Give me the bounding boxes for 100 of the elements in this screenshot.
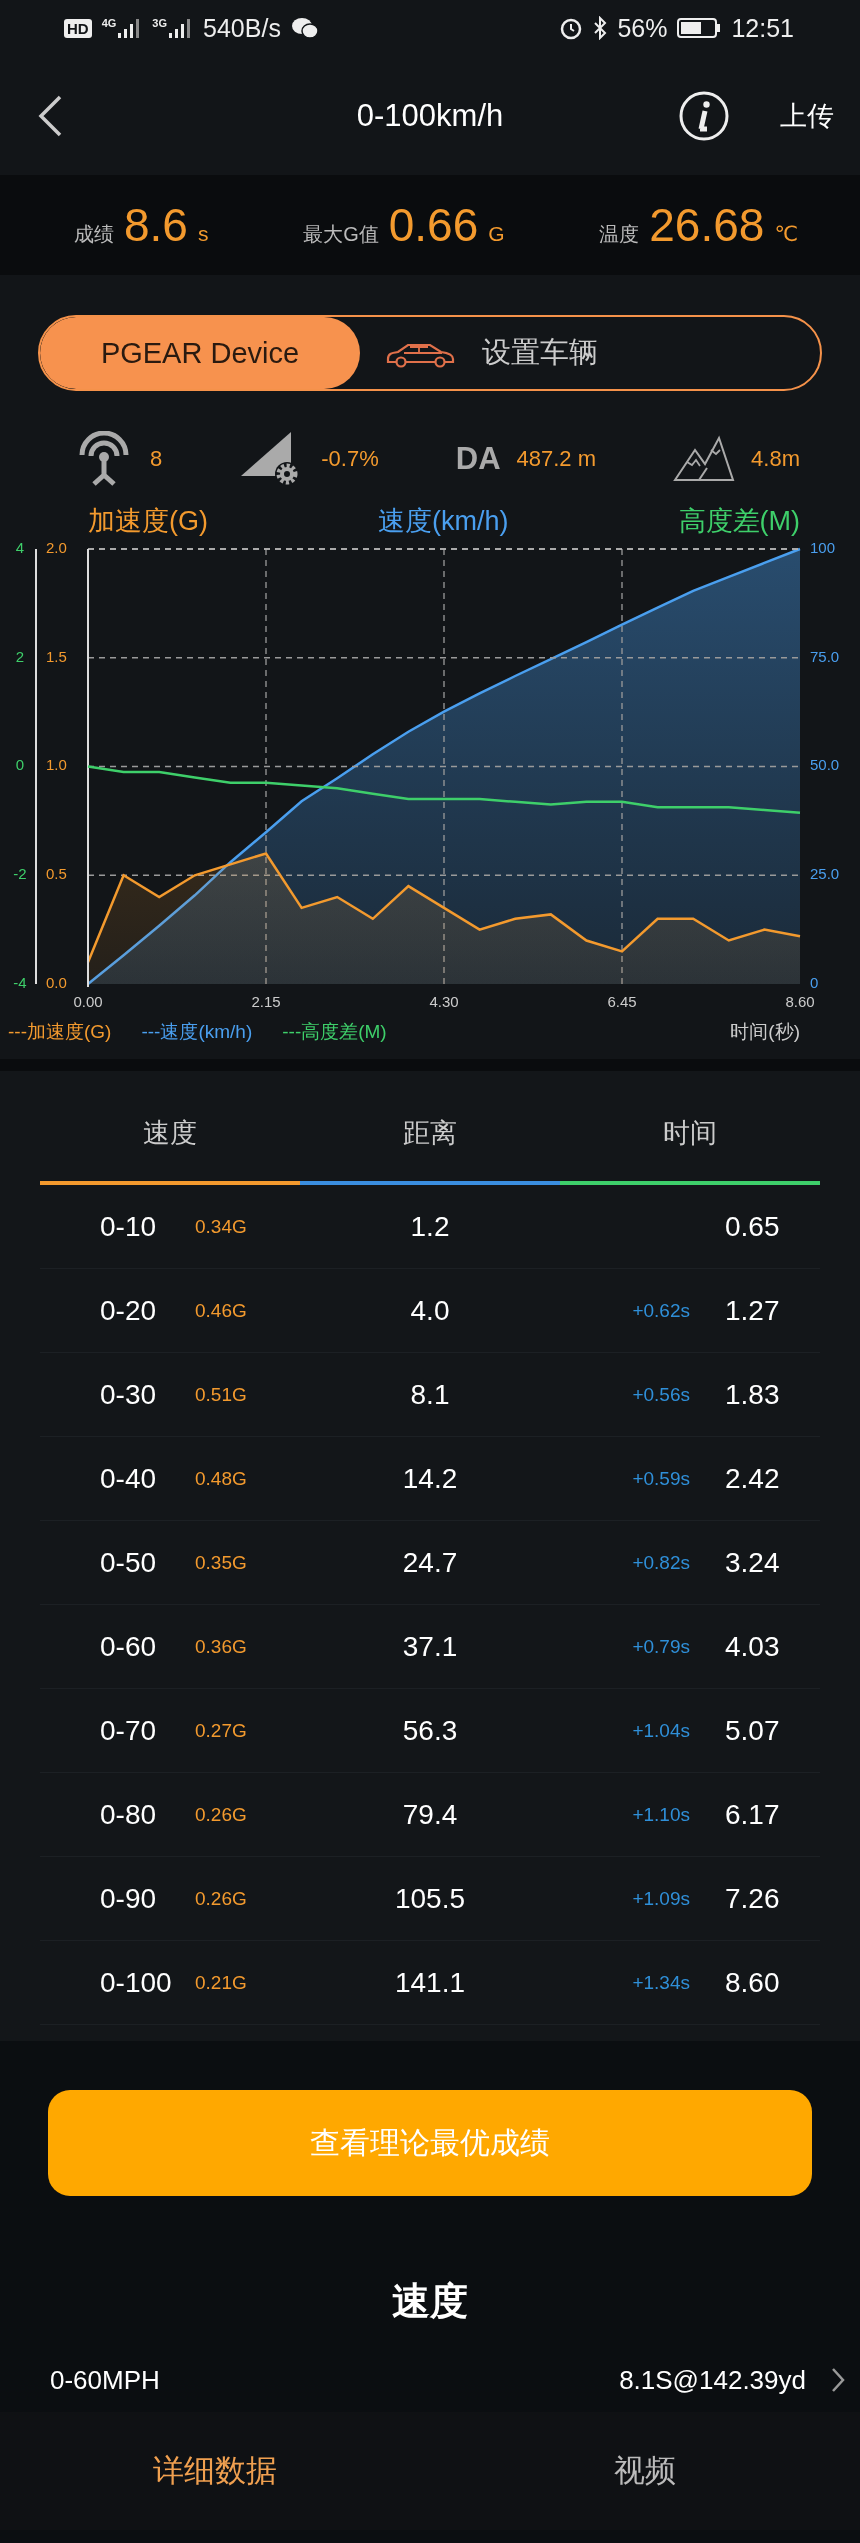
chat-icon (290, 17, 319, 39)
axis-tick-label: 2.0 (46, 539, 67, 556)
bottom-tab[interactable]: 详细数据 (0, 2412, 430, 2530)
axis-tick-label: 8.60 (785, 993, 815, 1010)
speed-range: 0-90 (100, 1882, 158, 1915)
stat-value: 0.66 (388, 198, 479, 252)
metric-value: 487.2 m (516, 446, 597, 472)
axis-tick-label: 1.0 (46, 756, 67, 774)
g-value: 0.48G (195, 1467, 248, 1490)
g-value: 0.51G (195, 1383, 248, 1406)
section-title: 速度 (392, 2279, 468, 2320)
metric-value: -0.7% (321, 446, 379, 472)
distance-value: 37.1 (402, 1630, 458, 1663)
distance-value: 141.1 (394, 1966, 466, 1999)
item-value: 8.1S@142.39yd (619, 2364, 806, 2396)
time-value: 8.60 (725, 1966, 781, 1999)
mountain-icon (673, 434, 736, 484)
stat-label: 成绩 (74, 222, 114, 247)
column-header: 速度 (143, 1117, 197, 1150)
speed-range: 0-100 (100, 1966, 173, 1999)
network-type-label: 3G (152, 17, 168, 29)
time-delta: +0.59s (632, 1467, 690, 1490)
axis-tick-label: 2 (15, 647, 25, 665)
time-value: 5.07 (725, 1714, 781, 1747)
axis-tick-label: 4 (15, 539, 25, 556)
legend-item: ---高度差(M) (282, 1020, 387, 1044)
axis-tick-label: 0.00 (73, 993, 103, 1010)
speed-range: 0-80 (100, 1798, 158, 1831)
distance-value: 105.5 (394, 1882, 466, 1915)
g-value: 0.35G (195, 1551, 248, 1574)
time-value: 3.24 (725, 1546, 781, 1579)
stat-value: 26.68 (649, 198, 765, 252)
g-value: 0.21G (195, 1971, 248, 1994)
g-value: 0.26G (195, 1887, 248, 1910)
metric-label: DA (455, 441, 501, 477)
bluetooth-icon (593, 16, 608, 40)
stat-unit: s (197, 222, 209, 246)
distance-value: 14.2 (402, 1462, 458, 1495)
time-delta: +0.79s (632, 1635, 690, 1658)
distance-value: 56.3 (402, 1714, 458, 1747)
g-value: 0.46G (195, 1299, 248, 1322)
axis-tick-label: 75.0 (810, 647, 840, 665)
stat-label: 温度 (599, 222, 640, 247)
axis-tick-label: 4.30 (429, 993, 459, 1010)
stat-label: 最大G值 (303, 222, 379, 247)
hd-badge: HD (64, 18, 92, 38)
speed-range: 0-10 (100, 1210, 158, 1243)
time-delta: +1.09s (632, 1887, 690, 1910)
axis-tick-label: 0.5 (46, 865, 67, 883)
axis-tick-label: -2 (13, 865, 27, 883)
network-type-label: 4G (101, 17, 117, 29)
time-value: 1.83 (725, 1378, 781, 1411)
distance-value: 79.4 (402, 1798, 458, 1831)
page-title: 0-100km/h (355, 97, 505, 134)
chevron-icon[interactable] (830, 2366, 846, 2394)
time-value: 1.27 (725, 1294, 781, 1327)
axis-tick-label: 25.0 (810, 865, 840, 883)
battery-icon (677, 17, 722, 39)
column-header: 时间 (663, 1117, 717, 1150)
time-value: 4.03 (725, 1630, 781, 1663)
axis-tick-label: 0 (810, 973, 819, 991)
speed-range: 0-30 (100, 1378, 158, 1411)
legend-item: ---加速度(G) (8, 1020, 112, 1044)
axis-tick-label: 6.45 (607, 993, 637, 1010)
time-delta: +1.04s (632, 1719, 690, 1742)
stat-value: 8.6 (124, 198, 188, 252)
toggle-segment[interactable]: PGEAR Device (40, 317, 360, 389)
distance-value: 24.7 (402, 1546, 458, 1579)
g-value: 0.26G (195, 1803, 248, 1826)
axis-title: 时间(秒) (730, 1020, 800, 1044)
speed-range: 0-20 (100, 1294, 158, 1327)
time-value: 0.65 (725, 1210, 781, 1243)
time-value: 6.17 (725, 1798, 781, 1831)
time-value: 2.42 (725, 1462, 781, 1495)
time-delta: +1.10s (632, 1803, 690, 1826)
axis-tick-label: 100 (810, 539, 836, 556)
axis-tick-label: 1.5 (46, 647, 67, 665)
axis-title: 速度(km/h) (378, 505, 509, 538)
toggle-segment[interactable]: 设置车辆 (360, 317, 820, 389)
time-delta: +0.56s (632, 1383, 690, 1406)
time-delta: +1.34s (632, 1971, 690, 1994)
axis-tick-label: 0.0 (46, 973, 67, 991)
axis-title: 加速度(G) (88, 505, 208, 538)
axis-tick-label: 50.0 (810, 756, 840, 774)
speed-range: 0-60 (100, 1630, 158, 1663)
item-label: 0-60MPH (50, 2364, 160, 2396)
clock: 12:51 (731, 13, 794, 43)
axis-tick-label: 0 (15, 756, 25, 774)
alarm-icon (559, 16, 584, 40)
distance-value: 4.0 (410, 1294, 450, 1327)
bottom-tab[interactable]: 视频 (430, 2412, 860, 2530)
metric-value: 8 (150, 446, 163, 472)
stat-unit: ℃ (774, 222, 798, 246)
info-icon[interactable] (678, 89, 730, 142)
speed-range: 0-70 (100, 1714, 158, 1747)
g-value: 0.36G (195, 1635, 248, 1658)
speed-range: 0-50 (100, 1546, 158, 1579)
network-speed: 540B/s (203, 13, 281, 43)
g-value: 0.27G (195, 1719, 248, 1742)
upload-link[interactable]: 上传 (780, 97, 834, 134)
